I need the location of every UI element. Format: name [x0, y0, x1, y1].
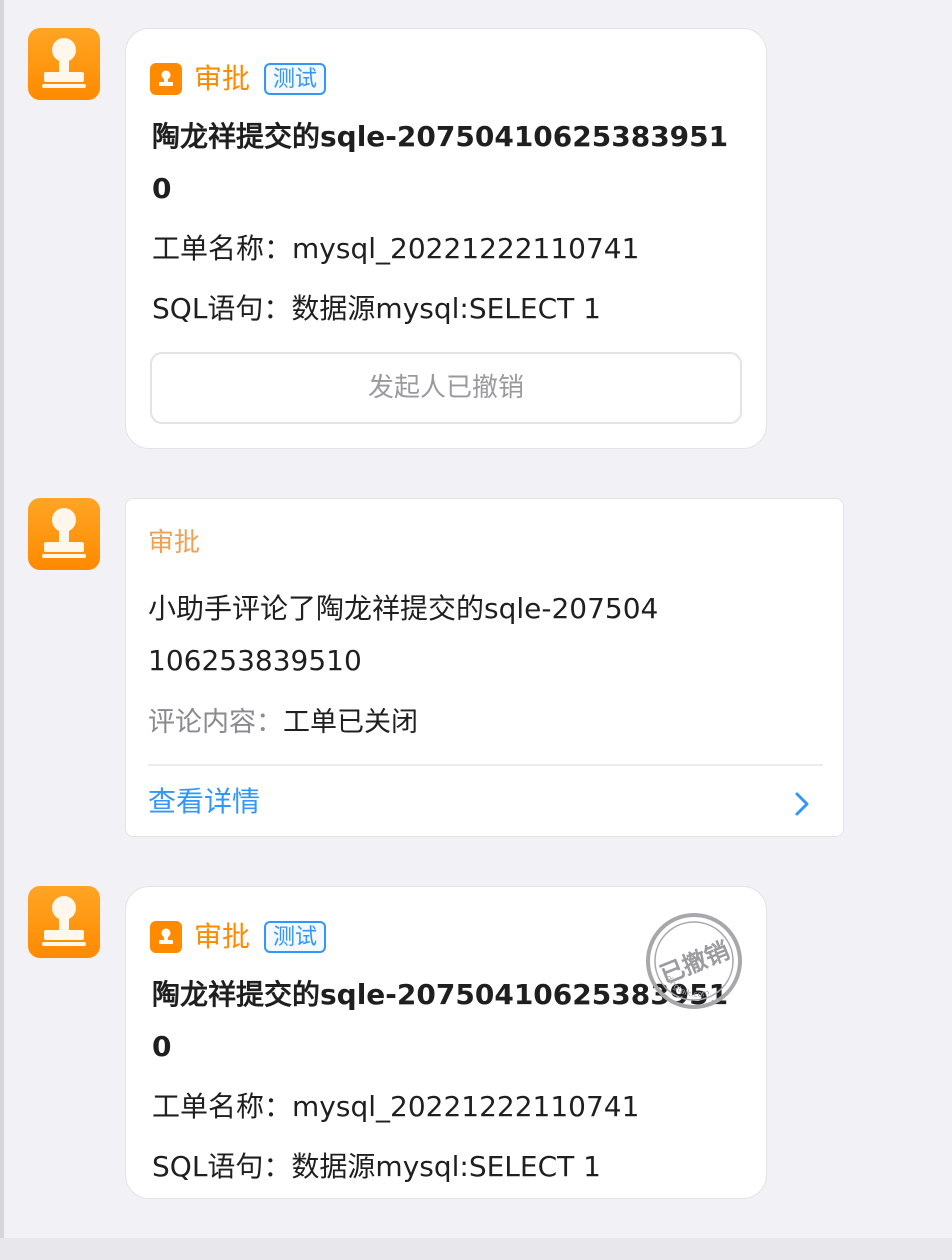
app-name: 审批 — [194, 920, 251, 953]
approval-card-1[interactable]: 审批 测试 陶龙祥提交的sqle-207504106253839510 工单名称… — [125, 28, 767, 449]
env-tag: 测试 — [264, 921, 327, 953]
field-label: SQL语句： — [152, 1150, 292, 1183]
comment-content-row: 评论内容：工单已关闭 — [148, 705, 418, 741]
approval-stamp-icon — [150, 63, 182, 95]
approval-card-2[interactable]: 审批 测试 陶龙祥提交的sqle-207504106253839510 工单名称… — [125, 886, 767, 1199]
approval-stamp-icon — [42, 508, 86, 558]
approval-stamp-icon — [42, 38, 86, 88]
approval-stamp-icon — [150, 921, 182, 953]
revoked-status-button[interactable]: 发起人已撤销 — [150, 352, 742, 424]
approval-stamp-icon — [42, 896, 86, 946]
app-name: 审批 — [148, 528, 201, 558]
field-label: 工单名称： — [152, 232, 293, 265]
field-label: 工单名称： — [152, 1090, 293, 1123]
field-value: mysql_20221222110741 — [292, 232, 640, 265]
card-title: 小助手评论了陶龙祥提交的sqle-207504106253839510 — [148, 592, 659, 677]
app-name: 审批 — [194, 62, 251, 95]
view-details-link[interactable]: 查看详情 — [148, 784, 260, 820]
order-name-row: 工单名称：mysql_20221222110741 — [152, 1089, 639, 1125]
comment-value: 工单已关闭 — [283, 707, 418, 738]
chevron-right-icon[interactable] — [791, 790, 813, 818]
comment-card[interactable]: 审批 小助手评论了陶龙祥提交的sqle-207504106253839510 评… — [125, 498, 844, 837]
field-value: mysql_20221222110741 — [292, 1090, 640, 1123]
left-edge-strip — [0, 0, 4, 1260]
sql-statement-row: SQL语句：数据源mysql:SELECT 1 — [152, 291, 601, 327]
env-tag: 测试 — [264, 63, 327, 95]
sql-statement-row: SQL语句：数据源mysql:SELECT 1 — [152, 1149, 601, 1185]
avatar[interactable] — [28, 498, 100, 570]
divider — [148, 764, 823, 766]
field-value: 数据源mysql:SELECT 1 — [291, 1150, 601, 1183]
comment-label: 评论内容： — [148, 707, 283, 738]
avatar[interactable] — [28, 28, 100, 100]
card-header: 审批 测试 — [150, 61, 327, 97]
revoked-seal-icon: 已撤销 dingtalk.com — [646, 913, 742, 1009]
card-header: 审批 测试 — [150, 919, 327, 955]
card-title: 陶龙祥提交的sqle-207504106253839510 — [152, 120, 729, 205]
field-value: 数据源mysql:SELECT 1 — [291, 292, 601, 325]
avatar[interactable] — [28, 886, 100, 958]
bottom-edge — [0, 1238, 952, 1260]
order-name-row: 工单名称：mysql_20221222110741 — [152, 231, 639, 267]
field-label: SQL语句： — [152, 292, 292, 325]
